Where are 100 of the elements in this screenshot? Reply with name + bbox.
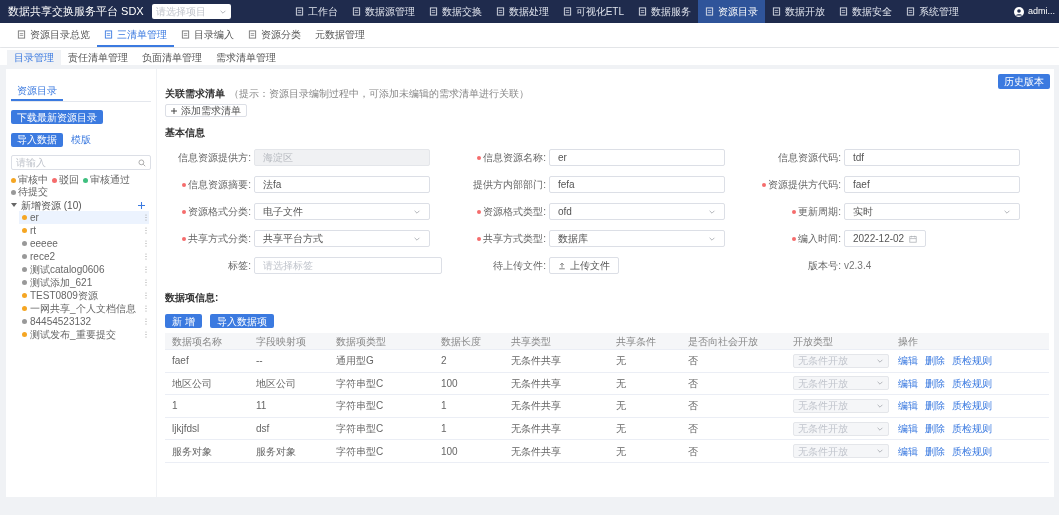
- version-number: v2.3.4: [844, 259, 872, 273]
- nav-item[interactable]: 数据交换: [421, 0, 489, 23]
- download-button[interactable]: 下载最新资源目录: [11, 110, 103, 124]
- input-field[interactable]: fefa: [549, 176, 725, 193]
- tree-item[interactable]: rece2: [19, 250, 149, 263]
- upload-button[interactable]: 上传文件: [549, 257, 619, 274]
- field-label: 信息资源名称:: [483, 151, 546, 165]
- tree-item[interactable]: eeeee: [19, 237, 149, 250]
- calendar-icon: [909, 234, 917, 243]
- tree-item-label: er: [30, 211, 40, 225]
- select-field[interactable]: ofd: [549, 203, 725, 220]
- module-tab[interactable]: 目录编入: [174, 23, 241, 47]
- module-tab[interactable]: 元数据管理: [308, 23, 372, 47]
- sub-tab[interactable]: 需求清单管理: [209, 50, 283, 65]
- upload-icon: [558, 261, 566, 270]
- table-cell-text: 1: [441, 422, 448, 437]
- field-label: 资源提供方代码:: [768, 178, 841, 192]
- toolbar-button[interactable]: 新 增: [165, 314, 202, 328]
- column-header: 字段映射项: [256, 334, 307, 349]
- sidebar-tab[interactable]: 资源目录: [11, 83, 63, 101]
- table-cell-text: 1: [172, 399, 179, 414]
- tree-item[interactable]: er: [19, 211, 149, 224]
- add-requirement-button[interactable]: 添加需求清单: [165, 104, 247, 117]
- column-header: 共享条件: [616, 334, 657, 349]
- nav-item[interactable]: 数据开放: [765, 0, 832, 23]
- action-link[interactable]: 质检规则: [952, 375, 992, 391]
- required-icon: [477, 236, 482, 241]
- field-label: 更新周期:: [798, 205, 841, 219]
- table-cell-text: 通用型G: [336, 354, 375, 369]
- sub-tab[interactable]: 目录管理: [7, 50, 61, 65]
- table-cell-text: 无条件共享: [511, 422, 562, 437]
- input-field[interactable]: tdf: [844, 149, 1020, 166]
- tree-item[interactable]: 测试发布_重要提交: [19, 328, 149, 341]
- table-cell-text: 否: [688, 422, 699, 437]
- action-link[interactable]: 编辑: [898, 353, 918, 369]
- action-link[interactable]: 编辑: [898, 398, 918, 414]
- app-title: 数据共享交换服务平台 SDX: [8, 4, 144, 20]
- field-label: 版本号:: [808, 259, 841, 273]
- nav-item[interactable]: 数据源管理: [344, 0, 422, 23]
- input-field[interactable]: er: [549, 149, 725, 166]
- nav-item[interactable]: 数据安全: [832, 0, 899, 23]
- select-field[interactable]: 电子文件: [254, 203, 430, 220]
- tree-item[interactable]: 测试添加_621: [19, 276, 149, 289]
- table-cell-text: 2: [441, 354, 448, 369]
- action-link[interactable]: 编辑: [898, 443, 918, 459]
- select-field[interactable]: 数据库: [549, 230, 725, 247]
- action-link[interactable]: 删除: [925, 443, 945, 459]
- input-field[interactable]: faef: [844, 176, 1020, 193]
- field-label: 标签:: [228, 259, 251, 273]
- tree-item[interactable]: rt: [19, 224, 149, 237]
- action-link[interactable]: 删除: [925, 398, 945, 414]
- plus-icon: [171, 107, 177, 114]
- action-link[interactable]: 质检规则: [952, 443, 992, 459]
- input-field[interactable]: 法fa: [254, 176, 430, 193]
- search-icon: [138, 158, 146, 167]
- module-tab[interactable]: 资源分类: [241, 23, 308, 47]
- field-label: 信息资源摘要:: [188, 178, 251, 192]
- add-icon[interactable]: [138, 201, 145, 209]
- nav-item[interactable]: 资源目录: [698, 0, 765, 23]
- template-link[interactable]: 模版: [71, 132, 91, 147]
- tree-item-label: TEST0809资源: [30, 289, 99, 303]
- tree-item-label: 84454523132: [30, 315, 93, 329]
- tree-node[interactable]: 新增资源 (10): [21, 197, 82, 213]
- module-tab[interactable]: 资源目录总览: [10, 23, 97, 47]
- field-label: 资源格式分类:: [188, 205, 251, 219]
- table-cell-text: 地区公司: [256, 376, 297, 391]
- date-field[interactable]: 2022-12-02: [844, 230, 926, 247]
- document-icon: [495, 7, 505, 16]
- nav-item[interactable]: 可视化ETL: [555, 0, 631, 23]
- toolbar-button[interactable]: 导入数据项: [209, 314, 274, 328]
- nav-item[interactable]: 数据服务: [631, 0, 698, 23]
- select-field[interactable]: 实时: [844, 203, 1020, 220]
- action-link[interactable]: 删除: [925, 421, 945, 437]
- action-link[interactable]: 删除: [925, 353, 945, 369]
- import-button[interactable]: 导入数据: [11, 132, 63, 147]
- column-header: 操作: [898, 334, 919, 349]
- action-link[interactable]: 编辑: [898, 421, 918, 437]
- nav-item[interactable]: 系统管理: [899, 0, 966, 23]
- select-field[interactable]: 共享平台方式: [254, 230, 430, 247]
- table-cell-text: 1: [441, 399, 448, 414]
- tree-item[interactable]: TEST0809资源: [19, 289, 149, 302]
- tree-item[interactable]: 测试catalog0606: [19, 263, 149, 276]
- action-link[interactable]: 质检规则: [952, 421, 992, 437]
- nav-item[interactable]: 数据处理: [488, 0, 556, 23]
- sub-tab[interactable]: 负面清单管理: [135, 50, 209, 65]
- action-link[interactable]: 编辑: [898, 375, 918, 391]
- section-title: 基本信息: [165, 126, 206, 140]
- tree-item[interactable]: 84454523132: [19, 315, 149, 328]
- history-button[interactable]: 历史版本: [998, 74, 1050, 89]
- field-label: 编入时间:: [798, 232, 841, 246]
- action-link[interactable]: 删除: [925, 375, 945, 391]
- select-value: ofd: [558, 205, 572, 219]
- tree-item[interactable]: 一网共享_个人文档信息: [19, 302, 149, 315]
- table-cell-text: ljkjfdsl: [172, 422, 201, 437]
- action-link[interactable]: 质检规则: [952, 353, 992, 369]
- select-value: 实时: [853, 205, 873, 219]
- action-link[interactable]: 质检规则: [952, 398, 992, 414]
- sub-tab[interactable]: 责任清单管理: [61, 50, 135, 65]
- nav-item[interactable]: 工作台: [287, 0, 345, 23]
- chevron-down-icon: [876, 379, 884, 388]
